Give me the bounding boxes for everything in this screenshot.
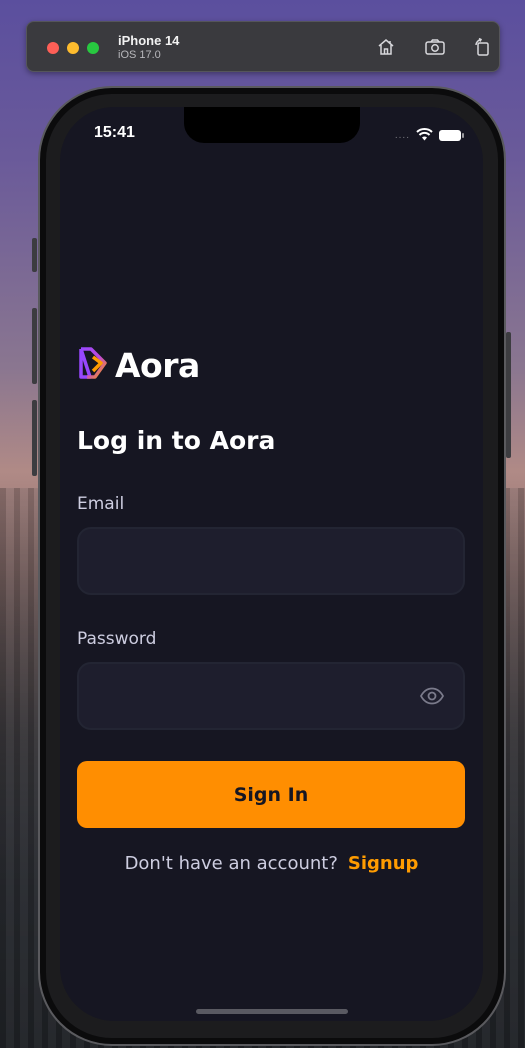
email-field-container [77, 527, 465, 595]
dynamic-notch [184, 107, 360, 143]
minimize-window-button[interactable] [67, 42, 79, 54]
logo-text: Aora [115, 345, 200, 385]
volume-up-button [32, 308, 37, 384]
zoom-window-button[interactable] [87, 42, 99, 54]
battery-icon [439, 130, 464, 141]
device-name: iPhone 14 [118, 33, 180, 48]
email-label: Email [77, 494, 125, 514]
wifi-icon [416, 126, 433, 145]
app-logo: Aora [77, 345, 200, 385]
page-title: Log in to Aora [77, 426, 276, 455]
sign-in-button[interactable]: Sign In [77, 761, 465, 828]
password-field[interactable] [79, 664, 463, 728]
signup-prompt-text: Don't have an account? [124, 853, 338, 874]
aora-logo-icon [77, 345, 111, 385]
phone-screen: 15:41 .... Aora Log in to Aora Email Pas… [60, 107, 483, 1021]
home-indicator[interactable] [196, 1009, 348, 1014]
volume-down-button [32, 400, 37, 476]
signal-icon: .... [394, 130, 410, 141]
screenshot-icon[interactable] [424, 36, 446, 58]
power-button [506, 332, 511, 458]
password-label: Password [77, 629, 157, 649]
password-field-container [77, 662, 465, 730]
simulator-toolbar: iPhone 14 iOS 17.0 [26, 21, 500, 72]
signup-link[interactable]: Signup [348, 853, 419, 874]
status-indicators: .... [394, 126, 464, 145]
email-field[interactable] [79, 529, 463, 593]
os-version: iOS 17.0 [118, 49, 161, 61]
mute-switch [32, 238, 37, 272]
home-icon[interactable] [375, 36, 397, 58]
signup-prompt: Don't have an account? Signup [60, 853, 483, 874]
close-window-button[interactable] [47, 42, 59, 54]
show-password-eye-icon[interactable] [419, 686, 445, 706]
rotate-icon[interactable] [471, 36, 493, 58]
status-time: 15:41 [94, 124, 135, 141]
